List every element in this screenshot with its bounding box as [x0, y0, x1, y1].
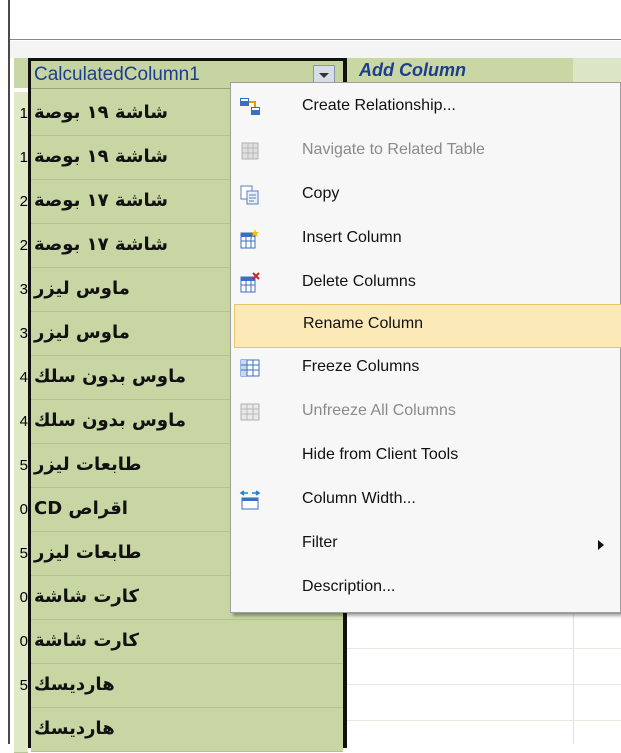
formula-bar[interactable]	[8, 0, 621, 40]
row-number[interactable]: 0	[14, 576, 28, 621]
menu-item-label: Create Relationship...	[302, 97, 456, 114]
cell-text: شاشة ١٧ بوصة	[34, 234, 168, 255]
cell-text: شاشة ١٩ بوصة	[34, 102, 168, 123]
menu-item-description[interactable]: Description...	[231, 568, 621, 612]
row-number[interactable]: 1	[14, 136, 28, 181]
cell-text: هارديسك	[34, 718, 115, 739]
row-number[interactable]: 5	[14, 532, 28, 577]
grid-divider	[347, 684, 621, 685]
toolbar-strip	[8, 41, 621, 59]
menu-item-insert-column[interactable]: Insert Column	[231, 219, 621, 263]
cell-text: طابعات ليزر	[34, 542, 142, 563]
grid-divider	[347, 648, 621, 649]
row-number[interactable]: 4	[14, 356, 28, 401]
menu-item-freeze-columns[interactable]: Freeze Columns	[231, 348, 621, 392]
navigate-table-icon	[239, 140, 261, 162]
menu-item-label: Filter	[302, 534, 338, 551]
delete-columns-icon	[239, 272, 261, 294]
menu-item-delete-columns[interactable]: Delete Columns	[231, 263, 621, 307]
menu-item-column-width[interactable]: Column Width...	[231, 480, 621, 524]
menu-item-label: Description...	[302, 578, 396, 595]
row-number[interactable]: 5	[14, 664, 28, 709]
menu-item-label: Copy	[302, 185, 340, 202]
grid-divider	[347, 613, 621, 614]
menu-item-label: Delete Columns	[302, 273, 416, 290]
menu-item-label: Navigate to Related Table	[302, 141, 485, 158]
cell-text: شاشة ١٧ بوصة	[34, 190, 168, 211]
cell-text: كارت شاشة	[34, 630, 140, 651]
row-number[interactable]	[14, 708, 28, 753]
menu-item-label: Insert Column	[302, 229, 402, 246]
row-number[interactable]: 3	[14, 268, 28, 313]
row-number[interactable]: 1	[14, 92, 28, 137]
cell-text: ماوس ليزر	[34, 278, 130, 299]
unfreeze-columns-icon	[239, 401, 261, 423]
row-number[interactable]: 5	[14, 444, 28, 489]
column-width-icon	[239, 489, 261, 511]
table-cell[interactable]: كارت شاشة	[31, 620, 343, 664]
table-cell[interactable]: هارديسك	[31, 664, 343, 708]
row-number[interactable]: 0	[14, 620, 28, 665]
menu-item-label: Rename Column	[303, 315, 424, 332]
cell-text: طابعات ليزر	[34, 454, 142, 475]
menu-item-unfreeze-all-columns[interactable]: Unfreeze All Columns	[231, 392, 621, 436]
row-number[interactable]: 2	[14, 224, 28, 269]
menu-item-label: Unfreeze All Columns	[302, 402, 456, 419]
row-number[interactable]: 3	[14, 312, 28, 357]
menu-item-label: Column Width...	[302, 490, 416, 507]
insert-column-icon	[239, 228, 261, 250]
cell-text: هارديسك	[34, 674, 115, 695]
cell-text: ماوس ليزر	[34, 322, 130, 343]
row-number[interactable]: 2	[14, 180, 28, 225]
menu-item-label: Freeze Columns	[302, 358, 420, 375]
freeze-columns-icon	[239, 357, 261, 379]
cell-text: شاشة ١٩ بوصة	[34, 146, 168, 167]
cell-text: ماوس بدون سلك	[34, 410, 186, 431]
grid-divider	[347, 720, 621, 721]
row-number[interactable]: 0	[14, 488, 28, 533]
context-menu: Create Relationship... Navigate to Relate…	[230, 82, 621, 613]
add-column-label: Add Column	[359, 60, 466, 80]
menu-item-copy[interactable]: Copy	[231, 175, 621, 219]
column-header-label: CalculatedColumn1	[34, 64, 200, 85]
menu-item-rename-column[interactable]: Rename Column	[234, 304, 621, 348]
copy-icon	[239, 184, 261, 206]
window-border	[8, 0, 10, 744]
menu-item-hide-from-client-tools[interactable]: Hide from Client Tools	[231, 436, 621, 480]
menu-item-label: Hide from Client Tools	[302, 446, 459, 463]
create-relationship-icon	[239, 96, 261, 118]
row-header-corner[interactable]	[14, 58, 29, 88]
cell-text: كارت شاشة	[34, 586, 140, 607]
row-number[interactable]: 4	[14, 400, 28, 445]
table-cell[interactable]: هارديسك	[31, 708, 343, 752]
cell-text: CD اقراص	[34, 498, 128, 519]
menu-item-navigate-to-related-table[interactable]: Navigate to Related Table	[231, 131, 621, 175]
cell-text: ماوس بدون سلك	[34, 366, 186, 387]
submenu-arrow-icon	[598, 540, 604, 550]
menu-item-filter[interactable]: Filter	[231, 524, 621, 568]
menu-item-create-relationship[interactable]: Create Relationship...	[231, 87, 621, 131]
